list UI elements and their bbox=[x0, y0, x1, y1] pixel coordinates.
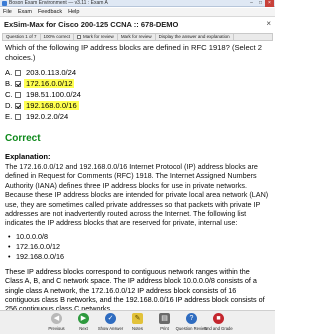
explanation-paragraph: The 172.16.0.0/12 and 192.168.0.0/16 Int… bbox=[5, 162, 269, 228]
option-letter: E. bbox=[5, 112, 13, 121]
option-a[interactable]: A. 203.0.113.0/24 bbox=[5, 67, 269, 78]
menu-feedback[interactable]: Feedback bbox=[38, 8, 62, 16]
explanation-heading: Explanation: bbox=[5, 152, 51, 161]
menu-bar: File Exam Feedback Help bbox=[0, 8, 275, 17]
arrow-right-icon: ▶ bbox=[78, 313, 89, 324]
minimize-button[interactable]: – bbox=[247, 0, 256, 7]
option-e[interactable]: E. 192.0.2.0/24 bbox=[5, 111, 269, 122]
menu-help[interactable]: Help bbox=[68, 8, 79, 16]
show-answer-button[interactable]: ✓ Show Answer bbox=[98, 313, 123, 331]
app-icon bbox=[2, 1, 7, 6]
question-review-button[interactable]: ? Question Review bbox=[176, 313, 207, 331]
notes-label: Notes bbox=[132, 326, 143, 331]
option-value: 198.51.100.0/24 bbox=[26, 90, 81, 99]
bullet-icon: • bbox=[8, 251, 11, 261]
print-label: Print bbox=[160, 326, 169, 331]
list-item-text: 172.16.0.0/12 bbox=[16, 241, 60, 251]
option-checkbox[interactable] bbox=[15, 113, 21, 120]
print-button[interactable]: ▤ Print bbox=[152, 313, 177, 331]
show-answer-label: Show Answer bbox=[97, 326, 124, 331]
end-grade-icon: ■ bbox=[213, 313, 224, 324]
question-counter: Question 1 of 7 bbox=[3, 34, 41, 40]
option-letter: D. bbox=[5, 101, 13, 110]
window-controls: – □ × bbox=[247, 0, 274, 7]
print-icon: ▤ bbox=[159, 313, 170, 324]
option-letter: A. bbox=[5, 68, 13, 77]
question-text: Which of the following IP address blocks… bbox=[5, 43, 262, 62]
list-item: • 10.0.0.0/8 bbox=[8, 232, 269, 242]
exam-title: ExSim-Max for Cisco 200-125 CCNA :: 678-… bbox=[4, 20, 179, 29]
question-review-label: Question Review bbox=[175, 326, 208, 331]
next-label: Next bbox=[79, 326, 88, 331]
option-value: 172.16.0.0/12 bbox=[24, 79, 75, 88]
option-checkbox[interactable] bbox=[15, 91, 21, 98]
explanation-paragraph-2: These IP address blocks correspond to co… bbox=[5, 266, 265, 310]
option-d[interactable]: D. 192.168.0.0/16 bbox=[5, 100, 269, 111]
option-checkbox[interactable] bbox=[15, 80, 21, 87]
arrow-left-icon: ◀ bbox=[51, 313, 62, 324]
show-answer-icon: ✓ bbox=[105, 313, 116, 324]
option-checkbox[interactable] bbox=[15, 69, 21, 76]
bottom-toolbar: ◀ Previous ▶ Next ✓ Show Answer ✎ Notes … bbox=[0, 310, 275, 334]
option-c[interactable]: C. 198.51.100.0/24 bbox=[5, 89, 269, 100]
mark-for-review-label: Mark for review bbox=[83, 34, 114, 39]
option-value: 203.0.113.0/24 bbox=[26, 68, 77, 77]
maximize-button[interactable]: □ bbox=[256, 0, 265, 7]
answer-options: A. 203.0.113.0/24 B. 172.16.0.0/12 C. 19… bbox=[5, 67, 269, 122]
next-button[interactable]: ▶ Next bbox=[71, 313, 96, 331]
option-value: 192.0.2.0/24 bbox=[26, 112, 69, 121]
mark-checkbox[interactable] bbox=[77, 34, 82, 39]
bullet-icon: • bbox=[8, 231, 11, 241]
notes-button[interactable]: ✎ Notes bbox=[125, 313, 150, 331]
previous-button[interactable]: ◀ Previous bbox=[44, 313, 69, 331]
list-item-text: 10.0.0.0/8 bbox=[16, 231, 48, 241]
exam-header: ExSim-Max for Cisco 200-125 CCNA :: 678-… bbox=[0, 18, 275, 32]
option-checkbox[interactable] bbox=[15, 102, 21, 109]
menu-exam[interactable]: Exam bbox=[18, 8, 32, 16]
bullet-icon: • bbox=[8, 241, 11, 251]
close-exam-icon[interactable]: × bbox=[266, 19, 271, 28]
percent-correct: 100% correct bbox=[41, 34, 75, 40]
end-and-grade-label: End and Grade bbox=[204, 326, 233, 331]
list-item-text: 192.168.0.0/16 bbox=[16, 251, 64, 261]
option-letter: C. bbox=[5, 90, 13, 99]
display-answer-toggle[interactable]: Display the answer and explanation bbox=[156, 34, 234, 40]
review-icon: ? bbox=[186, 313, 197, 324]
option-letter: B. bbox=[5, 79, 13, 88]
notes-icon: ✎ bbox=[132, 313, 143, 324]
question-content: Which of the following IP address blocks… bbox=[0, 42, 275, 310]
list-item: • 192.168.0.0/16 bbox=[8, 252, 269, 262]
option-value: 192.168.0.0/16 bbox=[24, 101, 79, 110]
question-toolbar: Question 1 of 7 100% correct Mark for re… bbox=[2, 33, 273, 41]
window-titlebar: Boson Exam Environment — v3.11 : Exam A … bbox=[0, 0, 275, 7]
option-b[interactable]: B. 172.16.0.0/12 bbox=[5, 78, 269, 89]
mark-for-review-toggle[interactable]: Mark for review bbox=[74, 34, 118, 40]
menu-file[interactable]: File bbox=[3, 8, 12, 16]
explanation-list: • 10.0.0.0/8 • 172.16.0.0/12 • 192.168.0.0/… bbox=[5, 232, 269, 262]
window-title: Boson Exam Environment — v3.11 : Exam A bbox=[9, 0, 108, 6]
list-item: • 172.16.0.0/12 bbox=[8, 242, 269, 252]
previous-label: Previous bbox=[48, 326, 65, 331]
end-and-grade-button[interactable]: ■ End and Grade bbox=[204, 313, 233, 331]
mark-review-label: Mark for review bbox=[118, 34, 156, 40]
result-status: Correct bbox=[5, 133, 41, 144]
close-window-button[interactable]: × bbox=[265, 0, 274, 7]
